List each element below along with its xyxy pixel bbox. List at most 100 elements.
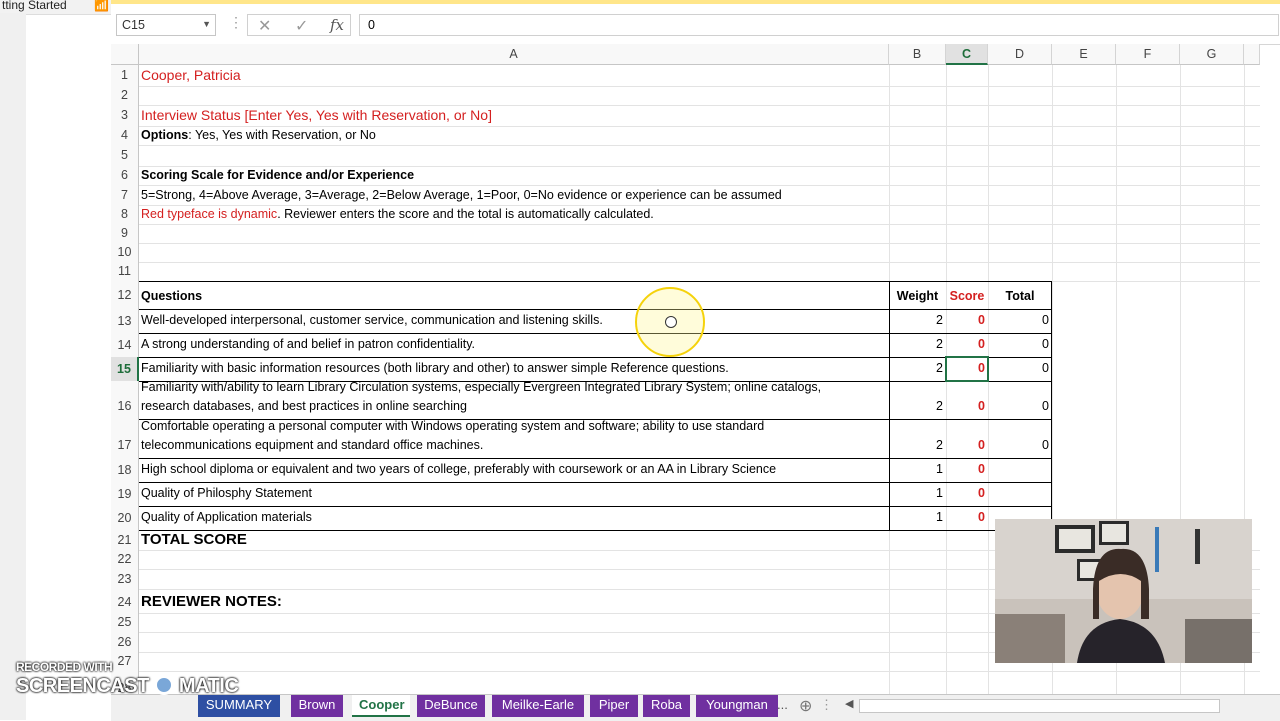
- watermark-screencast: SCREENCAST: [16, 675, 149, 697]
- table-border: [139, 530, 1052, 531]
- horizontal-scrollbar[interactable]: [859, 699, 1220, 713]
- dynamic-note: Red typeface is dynamic. Reviewer enters…: [141, 205, 654, 223]
- row-header[interactable]: 1: [111, 65, 139, 86]
- row-header[interactable]: 10: [111, 243, 139, 262]
- question-text: Familiarity with basic information resou…: [141, 361, 729, 375]
- chevron-down-icon[interactable]: ▼: [202, 19, 211, 29]
- row-header[interactable]: 9: [111, 224, 139, 243]
- row-header[interactable]: 25: [111, 613, 139, 632]
- total-header: Total: [1005, 289, 1035, 303]
- column-header-c[interactable]: C: [946, 44, 988, 65]
- tab-brown[interactable]: Brown: [291, 695, 343, 717]
- column-header-b[interactable]: B: [889, 44, 946, 65]
- gridline: [139, 671, 1260, 672]
- tab-youngman[interactable]: Youngman: [696, 695, 778, 717]
- tab-meilke-earle[interactable]: Meilke-Earle: [492, 695, 584, 717]
- more-tabs-button[interactable]: ...: [777, 697, 788, 712]
- scale-title: Scoring Scale for Evidence and/or Experi…: [141, 168, 415, 182]
- select-all-corner[interactable]: [111, 44, 139, 65]
- row-header[interactable]: 23: [111, 569, 139, 589]
- webcam-overlay: [995, 519, 1252, 663]
- row-header-selected[interactable]: 15: [111, 357, 139, 381]
- tab-cooper[interactable]: Cooper: [352, 695, 410, 717]
- weight-cell[interactable]: 1: [889, 484, 943, 502]
- row-header[interactable]: 22: [111, 550, 139, 569]
- left-gutter: [0, 13, 26, 720]
- row-header[interactable]: 19: [111, 482, 139, 506]
- row-header[interactable]: 3: [111, 105, 139, 126]
- add-sheet-icon[interactable]: ⊕: [799, 696, 812, 716]
- row-header[interactable]: 13: [111, 309, 139, 333]
- weight-cell[interactable]: 1: [889, 460, 943, 478]
- column-header-a[interactable]: A: [139, 44, 889, 65]
- question-text: High school diploma or equivalent and tw…: [141, 462, 777, 476]
- watermark-line1: RECORDED WITH: [16, 660, 113, 674]
- row-header[interactable]: 14: [111, 333, 139, 357]
- row-header[interactable]: 2: [111, 86, 139, 105]
- row-header[interactable]: 21: [111, 530, 139, 550]
- weight-cell[interactable]: 2: [889, 436, 943, 454]
- row-header[interactable]: 18: [111, 458, 139, 482]
- name-box[interactable]: C15 ▼: [116, 14, 216, 36]
- row-header[interactable]: 4: [111, 126, 139, 145]
- row-header[interactable]: 24: [111, 589, 139, 613]
- question-text: A strong understanding of and belief in …: [141, 337, 476, 351]
- row-header[interactable]: 16: [111, 381, 139, 419]
- row-header[interactable]: 11: [111, 262, 139, 281]
- gridline: [139, 224, 1260, 225]
- score-cell[interactable]: 0: [946, 397, 985, 415]
- score-cell[interactable]: 0: [946, 311, 985, 329]
- tab-roba[interactable]: Roba: [643, 695, 690, 717]
- row-header[interactable]: 17: [111, 419, 139, 458]
- score-header: Score: [949, 289, 985, 303]
- weight-cell[interactable]: 2: [889, 335, 943, 353]
- active-cell-outline[interactable]: [945, 356, 989, 382]
- divider-dots-icon[interactable]: ⋮: [229, 14, 243, 31]
- candidate-name: Cooper, Patricia: [141, 67, 241, 83]
- table-border: [1051, 281, 1052, 530]
- tab-piper[interactable]: Piper: [590, 695, 638, 717]
- weight-cell[interactable]: 1: [889, 508, 943, 526]
- row-header[interactable]: 26: [111, 632, 139, 652]
- options-row: Options: Yes, Yes with Reservation, or N…: [141, 126, 376, 144]
- score-cell[interactable]: 0: [946, 508, 985, 526]
- row-header[interactable]: 12: [111, 281, 139, 309]
- gridline: [139, 243, 1260, 244]
- column-header-e[interactable]: E: [1052, 44, 1116, 65]
- watermark-line2: SCREENCAST MATIC: [16, 675, 239, 698]
- tab-summary[interactable]: SUMMARY: [198, 695, 280, 717]
- column-header-d[interactable]: D: [988, 44, 1052, 65]
- rss-icon: 📶: [94, 0, 109, 12]
- insert-function-icon[interactable]: fx: [330, 16, 344, 34]
- enter-icon[interactable]: ✓: [295, 16, 308, 36]
- weight-cell[interactable]: 2: [889, 311, 943, 329]
- formula-buttons: ✕ ✓ fx: [247, 14, 351, 36]
- dynamic-note-rest: . Reviewer enters the score and the tota…: [277, 207, 654, 221]
- row-header[interactable]: 5: [111, 145, 139, 166]
- tab-debunce[interactable]: DeBunce: [417, 695, 485, 717]
- row-header[interactable]: 6: [111, 166, 139, 185]
- sheet-tab-bar: SUMMARY Brown Cooper DeBunce Meilke-Earl…: [111, 694, 1280, 721]
- interview-status[interactable]: Interview Status [Enter Yes, Yes with Re…: [141, 106, 492, 124]
- score-cell[interactable]: 0: [946, 335, 985, 353]
- formula-input[interactable]: 0: [359, 14, 1279, 36]
- dynamic-note-red: Red typeface is dynamic: [141, 207, 278, 221]
- table-border: [139, 281, 1052, 282]
- row-header[interactable]: 20: [111, 506, 139, 530]
- gridline: [139, 262, 1260, 263]
- row-header[interactable]: 8: [111, 205, 139, 224]
- score-cell[interactable]: 0: [946, 460, 985, 478]
- column-header-g[interactable]: G: [1180, 44, 1244, 65]
- reviewer-notes-label: REVIEWER NOTES:: [141, 593, 282, 610]
- column-header-h[interactable]: [1244, 44, 1260, 65]
- cancel-icon[interactable]: ✕: [258, 16, 271, 36]
- divider-dots-icon: ⋮: [820, 697, 833, 712]
- score-cell[interactable]: 0: [946, 484, 985, 502]
- row-header[interactable]: 7: [111, 185, 139, 205]
- score-cell[interactable]: 0: [946, 436, 985, 454]
- weight-cell[interactable]: 2: [889, 397, 943, 415]
- weight-cell[interactable]: 2: [889, 359, 943, 377]
- scroll-left-icon[interactable]: ◀: [845, 697, 853, 710]
- question-text: Well-developed interpersonal, customer s…: [141, 313, 603, 327]
- column-header-f[interactable]: F: [1116, 44, 1180, 65]
